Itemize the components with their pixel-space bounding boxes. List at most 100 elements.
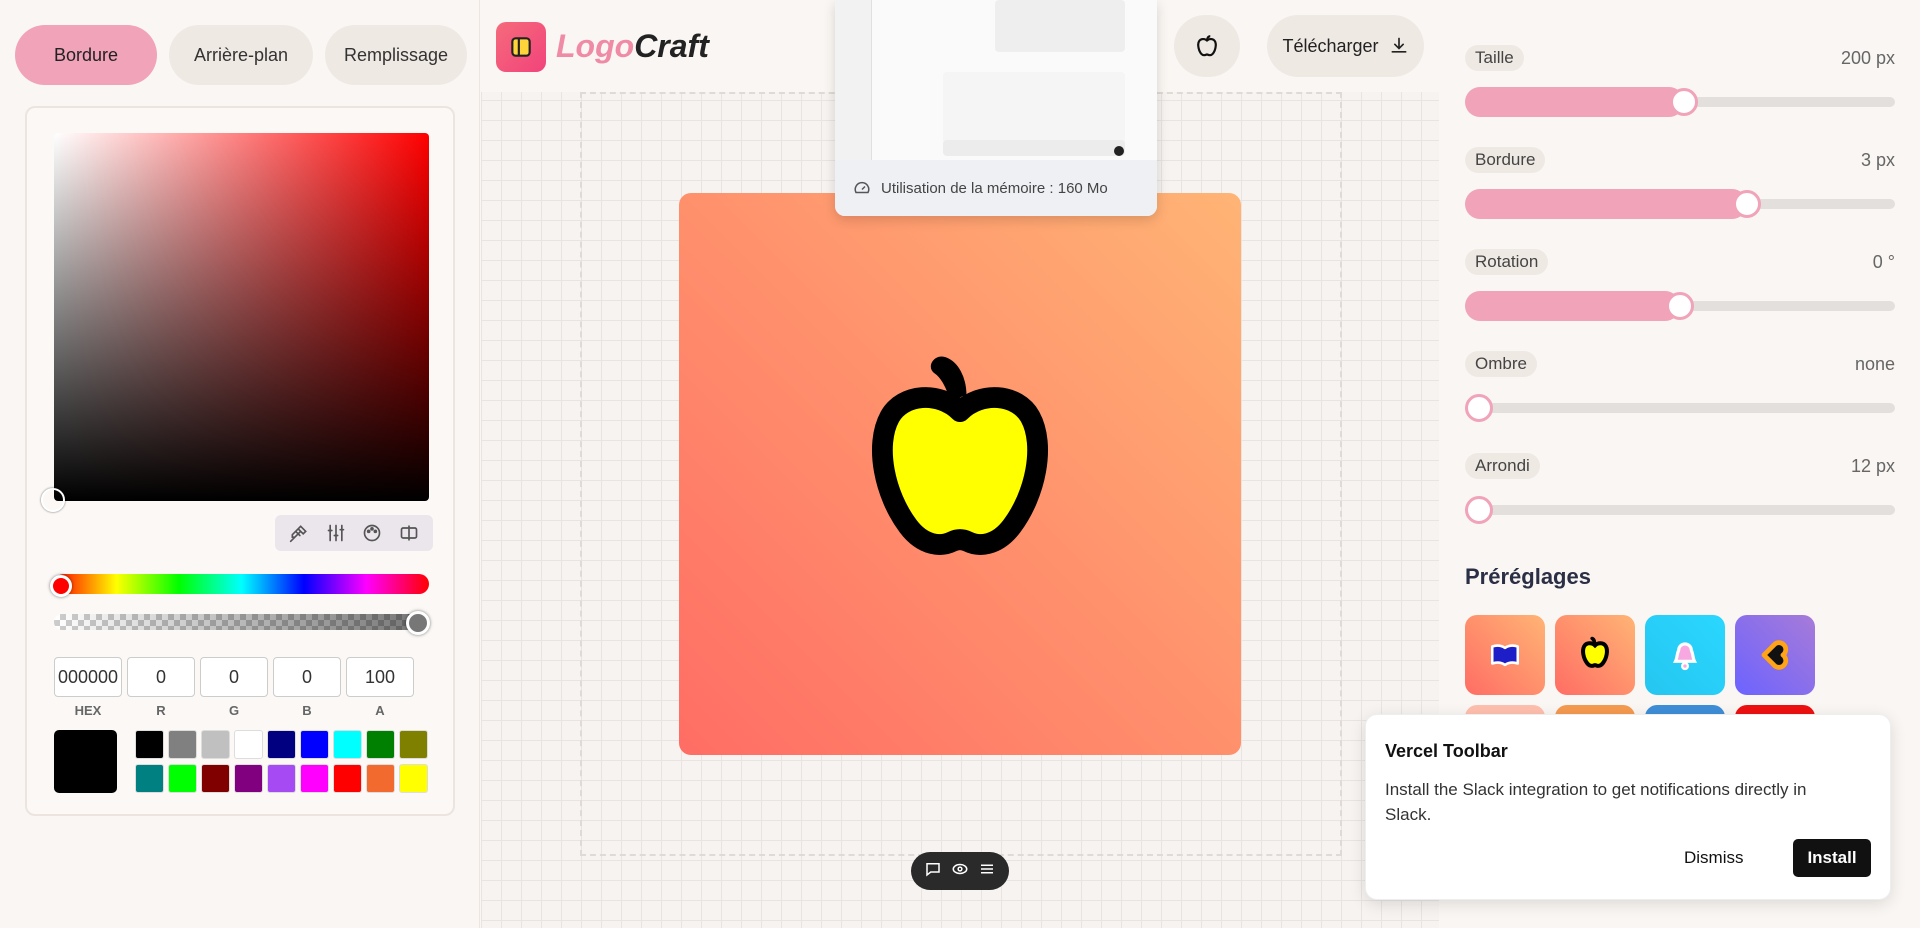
color-swatch[interactable] xyxy=(300,764,329,793)
download-label: Télécharger xyxy=(1282,35,1379,56)
border-label: Bordure xyxy=(1465,147,1546,173)
color-swatch[interactable] xyxy=(135,764,164,793)
border-slider-knob[interactable] xyxy=(1733,190,1761,218)
color-swatch[interactable] xyxy=(333,730,362,759)
preset-bell[interactable] xyxy=(1645,615,1725,695)
install-button[interactable]: Install xyxy=(1793,839,1871,877)
left-panel: Bordure Arrière-plan Remplissage 000000 … xyxy=(0,0,480,928)
color-swatch[interactable] xyxy=(234,764,263,793)
color-picker: HEX R G B A xyxy=(25,106,455,816)
color-swatch[interactable] xyxy=(399,730,428,759)
bell-icon xyxy=(1672,642,1698,671)
memory-usage-text: Utilisation de la mémoire : 160 Mo xyxy=(881,179,1108,197)
radius-slider[interactable] xyxy=(1465,496,1895,524)
g-input[interactable] xyxy=(200,657,268,697)
download-button[interactable]: Télécharger xyxy=(1267,15,1424,77)
icon-picker-button[interactable] xyxy=(1174,15,1240,77)
dismiss-button[interactable]: Dismiss xyxy=(1674,839,1754,877)
alpha-slider[interactable] xyxy=(54,614,429,630)
download-icon xyxy=(1391,37,1407,53)
preset-heart[interactable] xyxy=(1735,615,1815,695)
g-field-group: G xyxy=(200,657,268,718)
r-field-group: R xyxy=(127,657,195,718)
memory-usage-row: Utilisation de la mémoire : 160 Mo xyxy=(835,160,1157,216)
size-slider[interactable] xyxy=(1465,87,1895,117)
tab-bordure[interactable]: Bordure xyxy=(15,25,157,85)
b-field-group: B xyxy=(273,657,341,718)
hex-label: HEX xyxy=(74,703,102,718)
eyedropper-icon[interactable] xyxy=(287,521,311,545)
size-slider-knob[interactable] xyxy=(1670,88,1698,116)
b-input[interactable] xyxy=(273,657,341,697)
sliders-icon[interactable] xyxy=(324,521,348,545)
radius-slider-knob[interactable] xyxy=(1465,496,1493,524)
color-swatch[interactable] xyxy=(201,764,230,793)
logo-preview[interactable] xyxy=(679,193,1241,755)
color-swatch[interactable] xyxy=(366,730,395,759)
shadow-slider-knob[interactable] xyxy=(1465,394,1493,422)
saturation-thumb[interactable] xyxy=(41,488,65,512)
color-fields: HEX R G B A xyxy=(54,657,414,718)
a-field-group: A xyxy=(346,657,414,718)
rotation-label: Rotation xyxy=(1465,249,1549,275)
size-slider-fill xyxy=(1465,87,1684,117)
border-slider[interactable] xyxy=(1465,189,1895,219)
vercel-toolbar-toast: Vercel Toolbar Install the Slack integra… xyxy=(1365,714,1891,900)
a-label: A xyxy=(375,703,385,718)
current-color-preview xyxy=(54,730,117,793)
radius-value: 12 px xyxy=(1850,456,1895,476)
alpha-thumb[interactable] xyxy=(406,611,430,635)
color-swatch[interactable] xyxy=(201,730,230,759)
toast-title: Vercel Toolbar xyxy=(1385,741,1508,761)
hex-input[interactable] xyxy=(54,657,122,697)
tab-arriere-plan[interactable]: Arrière-plan xyxy=(169,25,313,85)
r-input[interactable] xyxy=(127,657,195,697)
b-label: B xyxy=(302,703,312,718)
app-name-part2: Craft xyxy=(634,28,709,64)
rotation-slider-knob[interactable] xyxy=(1666,292,1694,320)
presets-title: Préréglages xyxy=(1465,564,1591,589)
menu-icon[interactable] xyxy=(978,860,996,883)
preset-apple[interactable] xyxy=(1555,615,1635,695)
radius-label: Arrondi xyxy=(1465,453,1540,479)
canvas-area: LogoCraft Télécharger Utilisation de la … xyxy=(481,0,1439,928)
rotation-slider-fill xyxy=(1465,291,1680,321)
color-swatch[interactable] xyxy=(399,764,428,793)
app-name: LogoCraft xyxy=(556,28,709,65)
gauge-icon xyxy=(854,181,870,194)
tab-remplissage[interactable]: Remplissage xyxy=(325,25,467,85)
color-swatch[interactable] xyxy=(135,730,164,759)
color-swatch[interactable] xyxy=(267,764,296,793)
shadow-slider[interactable] xyxy=(1465,394,1895,422)
tab-preview-thumbnail xyxy=(835,0,1157,160)
color-swatch[interactable] xyxy=(366,764,395,793)
border-slider-fill xyxy=(1465,189,1747,219)
app-name-part1: Logo xyxy=(556,28,635,64)
color-swatch[interactable] xyxy=(300,730,329,759)
eye-icon[interactable] xyxy=(951,860,969,883)
color-swatch[interactable] xyxy=(267,730,296,759)
shadow-value: none xyxy=(1854,354,1895,374)
hue-slider[interactable] xyxy=(54,574,429,594)
comment-icon[interactable] xyxy=(924,860,942,883)
preset-book[interactable] xyxy=(1465,615,1545,695)
floating-toolbar xyxy=(911,852,1009,890)
color-swatch[interactable] xyxy=(168,730,197,759)
rotation-slider[interactable] xyxy=(1465,291,1895,321)
palette-icon[interactable] xyxy=(360,521,384,545)
a-input[interactable] xyxy=(346,657,414,697)
picker-tools xyxy=(275,515,433,551)
color-swatch[interactable] xyxy=(333,764,362,793)
color-swatch[interactable] xyxy=(234,730,263,759)
compare-icon[interactable] xyxy=(397,521,421,545)
hue-thumb[interactable] xyxy=(50,575,72,597)
saturation-value-area[interactable] xyxy=(54,133,429,501)
rotation-value: 0 ° xyxy=(1872,252,1895,272)
g-label: G xyxy=(228,703,240,718)
color-swatch[interactable] xyxy=(168,764,197,793)
border-value: 3 px xyxy=(1860,150,1895,170)
r-label: R xyxy=(156,703,166,718)
hex-field-group: HEX xyxy=(54,657,122,718)
size-label: Taille xyxy=(1465,45,1524,71)
app-logo-icon xyxy=(496,22,546,72)
